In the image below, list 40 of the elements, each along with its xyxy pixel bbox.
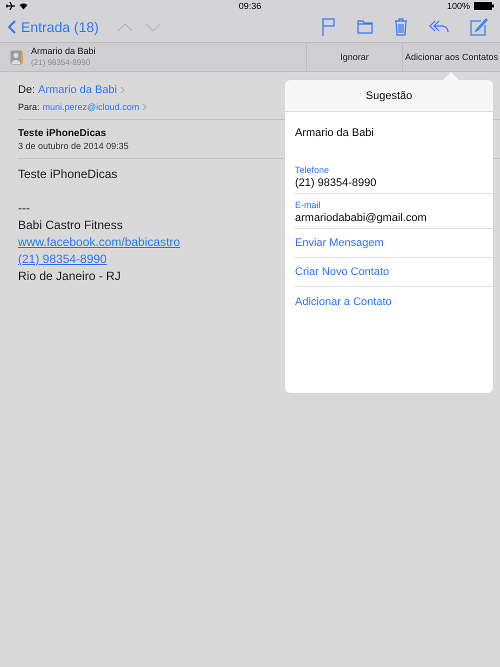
add-contact-button[interactable]: Adicionar aos Contatos: [402, 43, 500, 71]
folder-icon[interactable]: [357, 20, 373, 34]
ignore-button[interactable]: Ignorar: [306, 43, 402, 71]
action-button[interactable]: Enviar Mensagem: [295, 229, 493, 258]
from-label: De:: [18, 84, 36, 96]
contact-name: Armario da Babi: [31, 46, 96, 57]
field-value[interactable]: (21) 98354-8990: [295, 177, 493, 189]
body-link[interactable]: (21) 98354-8990: [18, 251, 107, 268]
body-text: ---: [18, 200, 30, 217]
popover-title: Sugestão: [366, 90, 412, 102]
compose-icon[interactable]: [470, 18, 488, 36]
clock-time: 09:36: [238, 1, 262, 11]
action-button[interactable]: Adicionar a Contato: [295, 287, 493, 316]
field-value[interactable]: armariodababi@gmail.com: [295, 212, 493, 224]
contact-name: Armario da Babi: [295, 127, 374, 139]
reply-all-icon[interactable]: [429, 20, 449, 34]
body-link[interactable]: www.facebook.com/babicastro: [18, 234, 180, 251]
chevron-right-icon: [142, 103, 148, 111]
message-subject: Teste iPhoneDicas: [18, 128, 106, 139]
battery-percent: 100%: [446, 1, 470, 11]
flag-icon[interactable]: [322, 18, 336, 36]
trash-icon[interactable]: [394, 18, 408, 36]
back-button[interactable]: Entrada (18): [8, 19, 99, 35]
chevron-left-icon[interactable]: [8, 20, 16, 34]
chevron-right-icon: [120, 86, 125, 94]
field-label: Telefone: [295, 165, 330, 175]
battery-icon: [474, 2, 494, 10]
recipient-link[interactable]: muni.perez@icloud.com: [42, 102, 140, 112]
body-text: Rio de Janeiro - RJ: [18, 268, 121, 285]
wifi-icon: [19, 2, 28, 10]
field-label: E-mail: [295, 200, 322, 210]
sender-link[interactable]: Armario da Babi: [38, 84, 117, 96]
contact-phone: (21) 98354-8990: [31, 57, 92, 68]
airplane-icon: [6, 2, 15, 10]
action-button[interactable]: Criar Novo Contato: [295, 258, 493, 287]
message-date: 3 de outubro de 2014 09:35: [18, 141, 129, 151]
body-text: Teste iPhoneDicas: [18, 166, 118, 183]
body-text: Babi Castro Fitness: [18, 217, 123, 234]
contact-card-icon: [10, 50, 23, 64]
to-label: Para:: [18, 102, 40, 112]
